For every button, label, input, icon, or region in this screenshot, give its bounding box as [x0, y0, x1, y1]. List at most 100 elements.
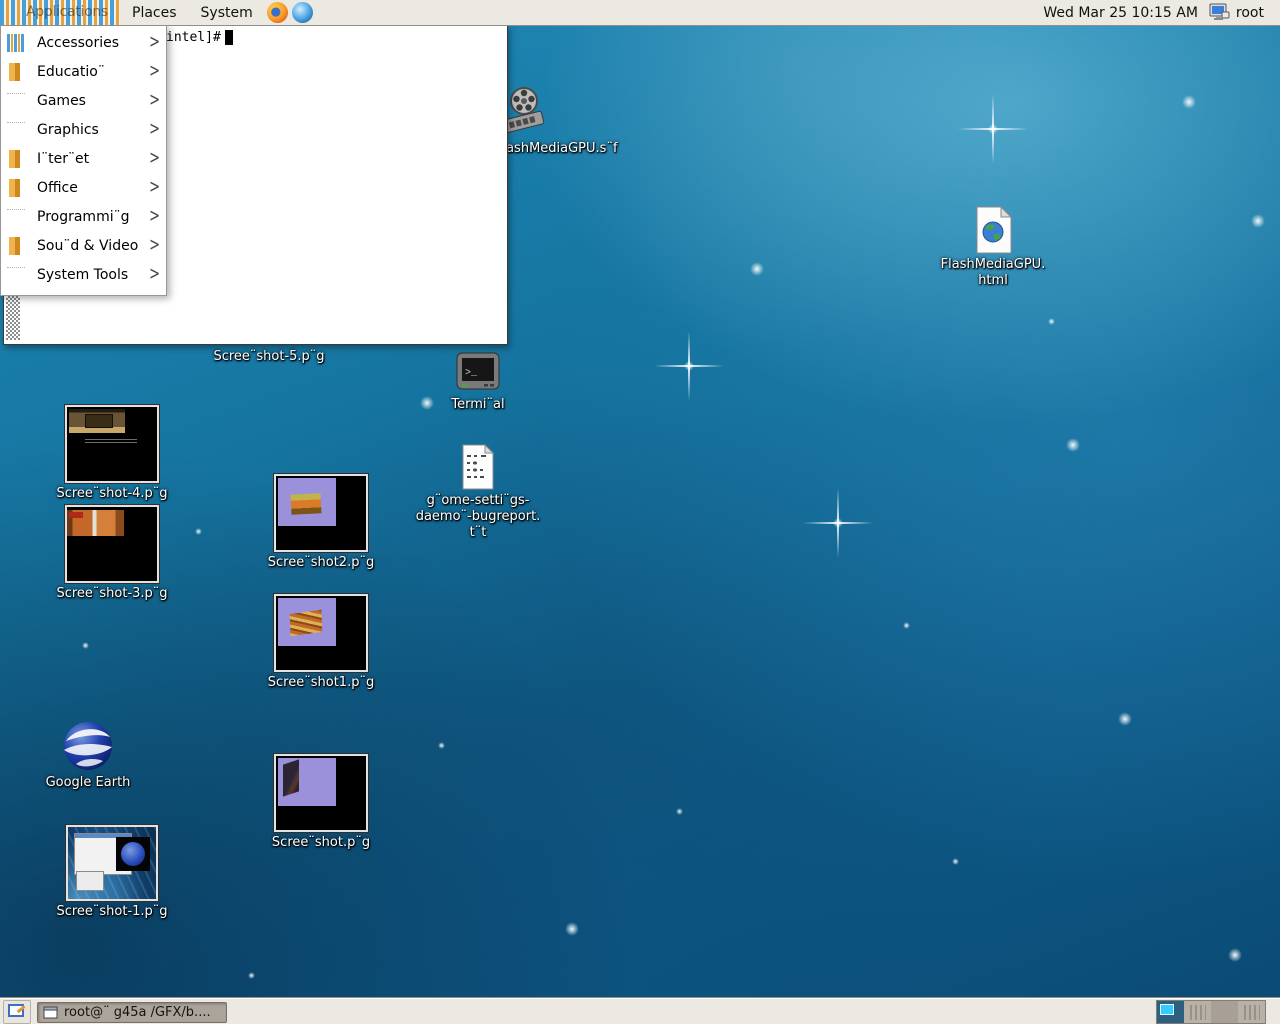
- desktop-icon-screenshot2[interactable]: Scree¨shot2.p¨g: [265, 474, 377, 571]
- firefox-blue-launcher-icon[interactable]: [292, 2, 313, 23]
- applications-label: Applications: [26, 4, 108, 20]
- icon-label: Scree¨shot-5.p¨g: [198, 349, 340, 365]
- taskbar-window-button[interactable]: root@¨ g45a /GFX/b....: [37, 1002, 227, 1023]
- menu-item-internet[interactable]: I¨ter¨et >: [1, 144, 166, 173]
- desktop-icon-gnome-settings-bugreport[interactable]: g¨ome-setti¨gs- daemo¨-bugreport. t¨t: [408, 444, 548, 541]
- menu-item-system-tools[interactable]: System Tools >: [1, 260, 166, 289]
- thumbnail-screenshot-1: [66, 825, 158, 901]
- system-menu-button[interactable]: System: [189, 0, 265, 25]
- desktop-icon-screenshot1[interactable]: Scree¨shot1.p¨g: [265, 594, 377, 691]
- applications-menu-popup: Accessories > Educatio¨ > Games > Graphi…: [0, 25, 167, 296]
- menu-item-sound-video[interactable]: Sou¨d & Video >: [1, 231, 166, 260]
- text-document-icon: [459, 444, 497, 490]
- svg-text:>_: >_: [465, 368, 478, 379]
- sparkle: [833, 518, 843, 528]
- sparkle: [82, 642, 89, 649]
- icon-label: Scree¨shot2.p¨g: [265, 555, 377, 571]
- workspace-1[interactable]: [1157, 1001, 1184, 1023]
- sparkle: [420, 396, 434, 410]
- internet-icon: [9, 150, 20, 168]
- system-tools-icon: [7, 267, 25, 272]
- prompt-text: intel]#: [166, 30, 221, 45]
- thumbnail-screenshot: [274, 754, 368, 832]
- show-desktop-button[interactable]: [3, 1000, 31, 1024]
- desktop-icon-screenshot5[interactable]: Scree¨shot-5.p¨g: [198, 346, 340, 365]
- desktop-icon-screenshot[interactable]: Scree¨shot.p¨g: [265, 754, 377, 851]
- computer-icon: [1208, 3, 1230, 22]
- desktop-icon-terminal-launcher[interactable]: >_ Termi¨al: [436, 350, 520, 413]
- user-name: root: [1236, 5, 1264, 21]
- sparkle: [565, 922, 579, 936]
- submenu-arrow-icon: >: [149, 61, 160, 82]
- user-switcher-applet[interactable]: root: [1208, 3, 1264, 22]
- workspace-4[interactable]: [1238, 1001, 1265, 1023]
- sparkle: [1228, 948, 1242, 962]
- thumbnail-screenshot3: [65, 505, 159, 583]
- sparkle: [1251, 214, 1265, 228]
- sparkle: [684, 361, 694, 371]
- icon-label: Scree¨shot1.p¨g: [265, 675, 377, 691]
- workspace-2[interactable]: [1184, 1001, 1211, 1023]
- workspace-3[interactable]: [1211, 1001, 1238, 1023]
- desktop-icon-flashmediagpu-swf[interactable]: FlashMediaGPU.s¨f: [495, 86, 617, 157]
- office-icon: [9, 179, 20, 197]
- games-icon: [7, 93, 25, 98]
- menu-item-education[interactable]: Educatio¨ >: [1, 57, 166, 86]
- desktop-icon-screenshot3[interactable]: Scree¨shot-3.p¨g: [56, 505, 168, 602]
- sparkle: [1048, 318, 1055, 325]
- thumbnail-globe: [116, 837, 150, 871]
- applications-menu-button[interactable]: Applications: [0, 0, 120, 25]
- bottom-panel: root@¨ g45a /GFX/b....: [0, 998, 1280, 1024]
- thumbnail-screenshot2: [274, 474, 368, 552]
- window-icon: [43, 1006, 58, 1019]
- icon-label: Google Earth: [38, 775, 138, 791]
- thumbnail-screenshot1: [274, 594, 368, 672]
- thumbnail-image: [290, 493, 321, 515]
- graphics-icon: [7, 122, 25, 127]
- firefox-launcher-icon[interactable]: [267, 2, 288, 23]
- thumbnail-text: [85, 437, 137, 443]
- sparkle: [903, 622, 910, 629]
- icon-label: g¨ome-setti¨gs- daemo¨-bugreport. t¨t: [408, 493, 548, 541]
- desktop-icon-screenshot-1[interactable]: Scree¨shot-1.p¨g: [56, 825, 168, 920]
- thumbnail-image: [290, 610, 322, 637]
- icon-label: Scree¨shot-4.p¨g: [56, 486, 168, 502]
- places-menu-button[interactable]: Places: [120, 0, 189, 25]
- menu-item-graphics[interactable]: Graphics >: [1, 115, 166, 144]
- icon-label: Scree¨shot-3.p¨g: [56, 586, 168, 602]
- icon-label: Termi¨al: [436, 397, 520, 413]
- icon-label: FlashMediaGPU.s¨f: [495, 141, 617, 157]
- sparkle: [438, 742, 445, 749]
- submenu-arrow-icon: >: [149, 177, 160, 198]
- submenu-arrow-icon: >: [149, 148, 160, 169]
- thumbnail-dialog: [76, 871, 104, 891]
- terminal-cursor: [225, 30, 233, 45]
- desktop-icon-flashmediagpu-html[interactable]: FlashMediaGPU. html: [933, 206, 1053, 289]
- programming-icon: [7, 209, 25, 214]
- menu-item-office[interactable]: Office >: [1, 173, 166, 202]
- icon-label: Scree¨shot.p¨g: [265, 835, 377, 851]
- sparkle: [750, 262, 764, 276]
- sparkle: [248, 972, 255, 979]
- workspace-window-thumb: [1160, 1004, 1174, 1015]
- thumbnail-image: [283, 759, 299, 796]
- icon-label: FlashMediaGPU. html: [933, 257, 1053, 289]
- sparkle: [952, 858, 959, 865]
- html-document-icon: [973, 206, 1013, 254]
- desktop-icon-google-earth[interactable]: Google Earth: [38, 720, 138, 791]
- submenu-arrow-icon: >: [149, 119, 160, 140]
- desktop-icon-screenshot4[interactable]: Scree¨shot-4.p¨g: [56, 405, 168, 502]
- sparkle: [1182, 95, 1196, 109]
- sparkle: [195, 528, 202, 535]
- show-desktop-icon: [8, 1004, 26, 1020]
- clock-applet[interactable]: Wed Mar 25 10:15 AM: [1043, 5, 1198, 21]
- sparkle: [988, 124, 998, 134]
- menu-item-accessories[interactable]: Accessories >: [1, 28, 166, 57]
- menu-item-programming[interactable]: Programmi¨g >: [1, 202, 166, 231]
- education-icon: [9, 63, 20, 81]
- submenu-arrow-icon: >: [149, 235, 160, 256]
- thumbnail-image: [67, 510, 124, 536]
- menu-item-games[interactable]: Games >: [1, 86, 166, 115]
- google-earth-icon: [62, 720, 114, 772]
- accessories-icon: [7, 34, 25, 52]
